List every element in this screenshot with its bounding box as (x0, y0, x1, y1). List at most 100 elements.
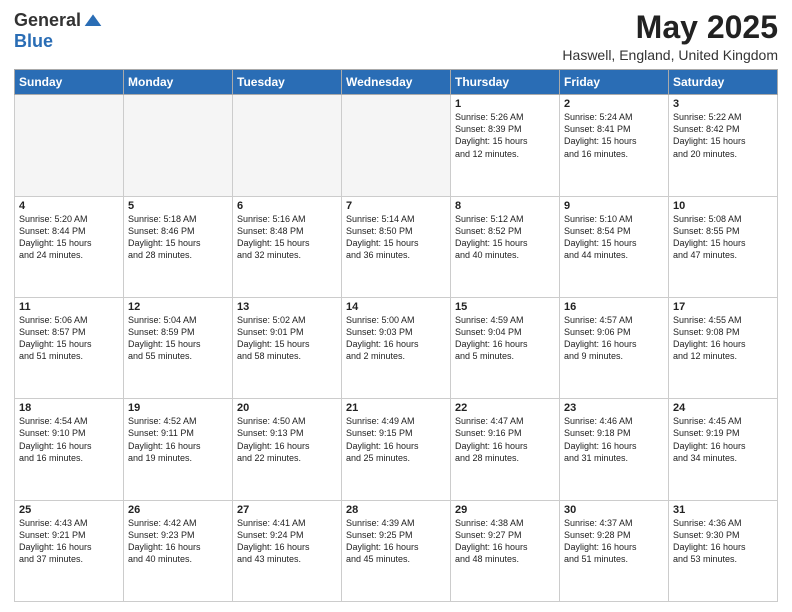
day-info: Sunrise: 4:46 AM Sunset: 9:18 PM Dayligh… (564, 415, 664, 464)
day-info: Sunrise: 4:54 AM Sunset: 9:10 PM Dayligh… (19, 415, 119, 464)
calendar-cell: 21Sunrise: 4:49 AM Sunset: 9:15 PM Dayli… (342, 399, 451, 500)
day-info: Sunrise: 5:18 AM Sunset: 8:46 PM Dayligh… (128, 213, 228, 262)
day-info: Sunrise: 4:57 AM Sunset: 9:06 PM Dayligh… (564, 314, 664, 363)
location-title: Haswell, England, United Kingdom (562, 47, 778, 63)
calendar-cell (233, 95, 342, 196)
logo-icon (83, 11, 103, 31)
day-info: Sunrise: 4:37 AM Sunset: 9:28 PM Dayligh… (564, 517, 664, 566)
day-number: 7 (346, 200, 446, 212)
day-number: 1 (455, 98, 555, 110)
day-number: 31 (673, 504, 773, 516)
col-header-wednesday: Wednesday (342, 70, 451, 95)
day-info: Sunrise: 4:45 AM Sunset: 9:19 PM Dayligh… (673, 415, 773, 464)
calendar-cell: 1Sunrise: 5:26 AM Sunset: 8:39 PM Daylig… (451, 95, 560, 196)
day-info: Sunrise: 5:20 AM Sunset: 8:44 PM Dayligh… (19, 213, 119, 262)
week-row-5: 25Sunrise: 4:43 AM Sunset: 9:21 PM Dayli… (15, 500, 778, 601)
day-number: 5 (128, 200, 228, 212)
day-info: Sunrise: 4:39 AM Sunset: 9:25 PM Dayligh… (346, 517, 446, 566)
calendar-table: SundayMondayTuesdayWednesdayThursdayFrid… (14, 69, 778, 602)
day-info: Sunrise: 5:16 AM Sunset: 8:48 PM Dayligh… (237, 213, 337, 262)
day-info: Sunrise: 5:22 AM Sunset: 8:42 PM Dayligh… (673, 111, 773, 160)
calendar-cell: 7Sunrise: 5:14 AM Sunset: 8:50 PM Daylig… (342, 196, 451, 297)
calendar-cell: 27Sunrise: 4:41 AM Sunset: 9:24 PM Dayli… (233, 500, 342, 601)
day-number: 24 (673, 402, 773, 414)
title-block: May 2025 Haswell, England, United Kingdo… (562, 10, 778, 63)
calendar-cell: 14Sunrise: 5:00 AM Sunset: 9:03 PM Dayli… (342, 297, 451, 398)
day-number: 30 (564, 504, 664, 516)
calendar-cell (124, 95, 233, 196)
calendar-cell: 6Sunrise: 5:16 AM Sunset: 8:48 PM Daylig… (233, 196, 342, 297)
day-info: Sunrise: 5:26 AM Sunset: 8:39 PM Dayligh… (455, 111, 555, 160)
day-info: Sunrise: 5:14 AM Sunset: 8:50 PM Dayligh… (346, 213, 446, 262)
day-info: Sunrise: 5:24 AM Sunset: 8:41 PM Dayligh… (564, 111, 664, 160)
day-info: Sunrise: 5:02 AM Sunset: 9:01 PM Dayligh… (237, 314, 337, 363)
calendar-cell: 8Sunrise: 5:12 AM Sunset: 8:52 PM Daylig… (451, 196, 560, 297)
day-info: Sunrise: 4:50 AM Sunset: 9:13 PM Dayligh… (237, 415, 337, 464)
day-number: 9 (564, 200, 664, 212)
day-number: 18 (19, 402, 119, 414)
calendar-cell: 10Sunrise: 5:08 AM Sunset: 8:55 PM Dayli… (669, 196, 778, 297)
day-number: 3 (673, 98, 773, 110)
day-number: 13 (237, 301, 337, 313)
calendar-cell: 15Sunrise: 4:59 AM Sunset: 9:04 PM Dayli… (451, 297, 560, 398)
day-number: 23 (564, 402, 664, 414)
day-info: Sunrise: 4:59 AM Sunset: 9:04 PM Dayligh… (455, 314, 555, 363)
calendar-cell: 5Sunrise: 5:18 AM Sunset: 8:46 PM Daylig… (124, 196, 233, 297)
day-number: 17 (673, 301, 773, 313)
logo-general: General (14, 10, 81, 31)
day-info: Sunrise: 5:06 AM Sunset: 8:57 PM Dayligh… (19, 314, 119, 363)
day-number: 15 (455, 301, 555, 313)
calendar-cell: 2Sunrise: 5:24 AM Sunset: 8:41 PM Daylig… (560, 95, 669, 196)
calendar-cell: 19Sunrise: 4:52 AM Sunset: 9:11 PM Dayli… (124, 399, 233, 500)
day-number: 26 (128, 504, 228, 516)
day-number: 14 (346, 301, 446, 313)
calendar-cell (342, 95, 451, 196)
day-number: 28 (346, 504, 446, 516)
calendar-cell: 18Sunrise: 4:54 AM Sunset: 9:10 PM Dayli… (15, 399, 124, 500)
calendar-cell: 23Sunrise: 4:46 AM Sunset: 9:18 PM Dayli… (560, 399, 669, 500)
col-header-saturday: Saturday (669, 70, 778, 95)
week-row-4: 18Sunrise: 4:54 AM Sunset: 9:10 PM Dayli… (15, 399, 778, 500)
calendar-cell: 31Sunrise: 4:36 AM Sunset: 9:30 PM Dayli… (669, 500, 778, 601)
day-info: Sunrise: 5:10 AM Sunset: 8:54 PM Dayligh… (564, 213, 664, 262)
day-info: Sunrise: 4:42 AM Sunset: 9:23 PM Dayligh… (128, 517, 228, 566)
month-title: May 2025 (562, 10, 778, 45)
day-number: 27 (237, 504, 337, 516)
calendar-cell: 20Sunrise: 4:50 AM Sunset: 9:13 PM Dayli… (233, 399, 342, 500)
day-info: Sunrise: 4:52 AM Sunset: 9:11 PM Dayligh… (128, 415, 228, 464)
day-number: 21 (346, 402, 446, 414)
calendar-cell: 29Sunrise: 4:38 AM Sunset: 9:27 PM Dayli… (451, 500, 560, 601)
day-info: Sunrise: 4:49 AM Sunset: 9:15 PM Dayligh… (346, 415, 446, 464)
calendar-cell: 24Sunrise: 4:45 AM Sunset: 9:19 PM Dayli… (669, 399, 778, 500)
header-row: SundayMondayTuesdayWednesdayThursdayFrid… (15, 70, 778, 95)
day-info: Sunrise: 5:08 AM Sunset: 8:55 PM Dayligh… (673, 213, 773, 262)
day-info: Sunrise: 5:12 AM Sunset: 8:52 PM Dayligh… (455, 213, 555, 262)
calendar-cell: 17Sunrise: 4:55 AM Sunset: 9:08 PM Dayli… (669, 297, 778, 398)
day-number: 6 (237, 200, 337, 212)
logo-text: General (14, 10, 103, 31)
day-info: Sunrise: 4:38 AM Sunset: 9:27 PM Dayligh… (455, 517, 555, 566)
calendar-cell (15, 95, 124, 196)
day-info: Sunrise: 4:36 AM Sunset: 9:30 PM Dayligh… (673, 517, 773, 566)
day-number: 8 (455, 200, 555, 212)
week-row-2: 4Sunrise: 5:20 AM Sunset: 8:44 PM Daylig… (15, 196, 778, 297)
calendar-cell: 30Sunrise: 4:37 AM Sunset: 9:28 PM Dayli… (560, 500, 669, 601)
week-row-3: 11Sunrise: 5:06 AM Sunset: 8:57 PM Dayli… (15, 297, 778, 398)
calendar-cell: 9Sunrise: 5:10 AM Sunset: 8:54 PM Daylig… (560, 196, 669, 297)
col-header-sunday: Sunday (15, 70, 124, 95)
calendar-cell: 11Sunrise: 5:06 AM Sunset: 8:57 PM Dayli… (15, 297, 124, 398)
day-number: 4 (19, 200, 119, 212)
day-number: 29 (455, 504, 555, 516)
day-number: 2 (564, 98, 664, 110)
day-info: Sunrise: 5:04 AM Sunset: 8:59 PM Dayligh… (128, 314, 228, 363)
calendar-cell: 22Sunrise: 4:47 AM Sunset: 9:16 PM Dayli… (451, 399, 560, 500)
calendar-cell: 12Sunrise: 5:04 AM Sunset: 8:59 PM Dayli… (124, 297, 233, 398)
calendar-cell: 4Sunrise: 5:20 AM Sunset: 8:44 PM Daylig… (15, 196, 124, 297)
calendar-cell: 25Sunrise: 4:43 AM Sunset: 9:21 PM Dayli… (15, 500, 124, 601)
day-info: Sunrise: 4:55 AM Sunset: 9:08 PM Dayligh… (673, 314, 773, 363)
day-number: 12 (128, 301, 228, 313)
day-number: 10 (673, 200, 773, 212)
day-number: 22 (455, 402, 555, 414)
page: General Blue May 2025 Haswell, England, … (0, 0, 792, 612)
col-header-tuesday: Tuesday (233, 70, 342, 95)
